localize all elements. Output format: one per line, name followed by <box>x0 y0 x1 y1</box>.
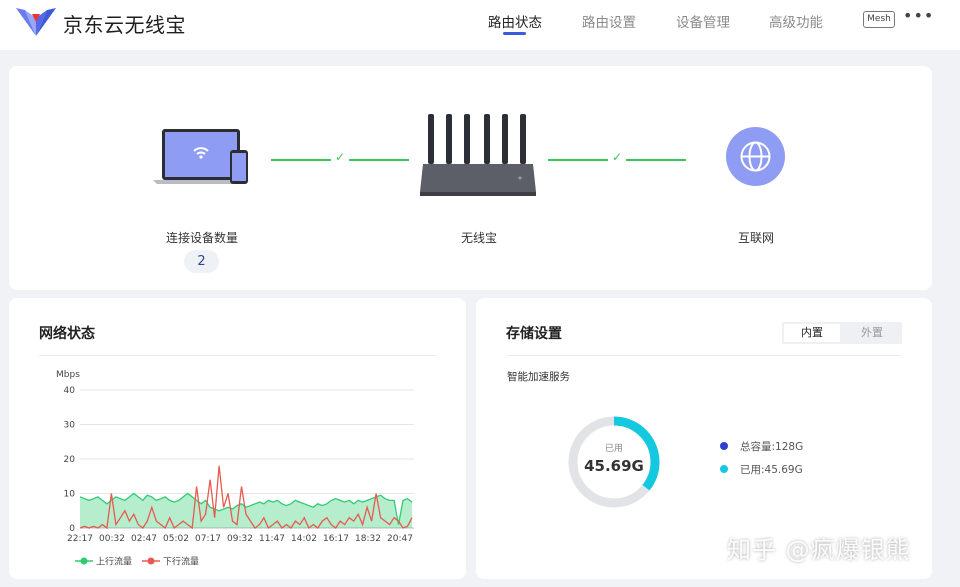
internet-globe-icon[interactable] <box>726 127 785 186</box>
legend-label: 下行流量 <box>163 556 199 568</box>
nav-advanced-features[interactable]: 高级功能 <box>769 11 823 31</box>
x-tick-label: 14:02 <box>291 534 317 544</box>
y-tick-label: 30 <box>64 421 76 431</box>
network-topology-card: ✓ ✓ 连接设备数量 2 无线宝 互联网 <box>9 66 932 290</box>
y-tick-label: 20 <box>64 455 76 465</box>
router-icon[interactable] <box>420 112 538 202</box>
x-tick-label: 22:17 <box>67 534 93 544</box>
connection-line-right-a <box>548 159 608 161</box>
y-tick-label: 10 <box>64 490 76 500</box>
laptop-phone-icon[interactable] <box>153 126 251 188</box>
connection-line-left-b <box>349 159 409 161</box>
total-capacity-dot <box>720 442 728 450</box>
nav-device-management[interactable]: 设备管理 <box>676 11 730 31</box>
x-tick-label: 09:32 <box>227 534 253 544</box>
storage-usage-donut: 已用 45.69G <box>568 416 660 508</box>
brand-title: 京东云无线宝 <box>63 13 186 37</box>
internet-label: 互联网 <box>737 231 774 245</box>
y-unit-label: Mbps <box>56 370 80 380</box>
connection-ok-check-icon: ✓ <box>335 150 346 164</box>
x-tick-label: 07:17 <box>195 534 221 544</box>
storage-divider <box>506 355 902 356</box>
connection-line-right-b <box>626 159 686 161</box>
top-bar: 京东云无线宝 路由状态 路由设置 设备管理 高级功能 Mesh ••• <box>0 0 960 50</box>
legend-swatch-dot <box>147 557 155 565</box>
legend-label: 上行流量 <box>96 556 132 568</box>
tab-internal-storage[interactable]: 内置 <box>784 324 840 342</box>
legend-swatch-dot <box>80 557 88 565</box>
x-tick-label: 16:17 <box>323 534 349 544</box>
total-capacity-label: 总容量:128G <box>740 441 804 453</box>
smart-accel-service-label: 智能加速服务 <box>507 371 570 383</box>
nav-router-status[interactable]: 路由状态 <box>488 11 542 31</box>
x-tick-label: 18:32 <box>355 534 381 544</box>
x-tick-label: 00:32 <box>99 534 125 544</box>
mesh-button[interactable]: Mesh <box>863 11 895 28</box>
connected-devices-count[interactable]: 2 <box>184 250 219 273</box>
used-capacity-dot <box>720 465 728 473</box>
nav-active-indicator <box>503 32 526 35</box>
x-tick-label: 20:47 <box>387 534 413 544</box>
connection-ok-check-icon: ✓ <box>612 150 623 164</box>
y-tick-label: 0 <box>69 524 75 534</box>
used-capacity-label: 已用:45.69G <box>740 464 803 476</box>
more-menu-icon[interactable]: ••• <box>903 6 934 25</box>
connected-devices-label: 连接设备数量 <box>165 231 238 245</box>
storage-title: 存储设置 <box>506 326 562 342</box>
x-tick-label: 02:47 <box>131 534 157 544</box>
zhihu-watermark: 知乎 @疯爆银熊 <box>727 536 911 564</box>
jd-cloud-logo-icon <box>16 8 56 36</box>
tab-external-storage[interactable]: 外置 <box>844 324 900 342</box>
donut-value: 45.69G <box>584 457 644 475</box>
nav-router-settings[interactable]: 路由设置 <box>582 11 636 31</box>
x-tick-label: 11:47 <box>259 534 285 544</box>
network-status-card: 网络状态 Mbps 0 10 20 30 40 22:17 00:32 02:47 05:02… <box>9 298 466 579</box>
router-label: 无线宝 <box>460 231 497 245</box>
traffic-chart: Mbps 0 10 20 30 40 22:17 00:32 02:47 05:02 07:17… <box>56 370 414 568</box>
y-tick-label: 40 <box>64 386 76 396</box>
donut-caption: 已用 <box>605 443 623 454</box>
connection-line-left-a <box>271 159 331 161</box>
storage-tab-switch: 内置 外置 <box>782 322 902 344</box>
x-tick-label: 05:02 <box>163 534 189 544</box>
